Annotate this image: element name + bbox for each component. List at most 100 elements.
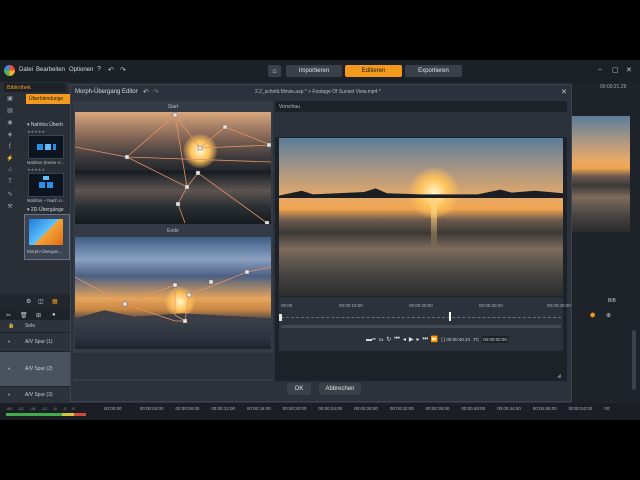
dialog-title: Morph-Übergang Editor <box>75 89 138 95</box>
sun-reflection <box>431 198 437 248</box>
speed-select[interactable]: 1x <box>379 337 384 342</box>
library-tab[interactable]: Bibliothek <box>4 83 66 92</box>
close-icon[interactable]: ✕ <box>626 66 632 74</box>
item-label: Nahtlos – Nach o... <box>27 198 66 203</box>
view-icon[interactable]: ◫ <box>38 298 44 305</box>
morph-grid-end[interactable] <box>75 237 271 349</box>
monitor-icon[interactable]: ▣ <box>4 95 16 107</box>
rating-stars[interactable]: ★★★★★ <box>27 167 45 172</box>
folder-icon[interactable]: ▤ <box>4 107 16 119</box>
tab-edit[interactable]: Editieren <box>345 65 402 77</box>
fx-icon[interactable]: ƒ <box>4 143 16 155</box>
transition-icon[interactable]: ⚡ <box>4 155 16 167</box>
tick-label: 00:00 <box>281 303 293 308</box>
title-icon[interactable]: T <box>4 179 16 191</box>
scrub-ruler: 00:00 00:00:10:00 00:00:20:00 00:00:30:0… <box>281 303 571 311</box>
snap-icon[interactable]: ⊞ <box>36 312 41 319</box>
audio-meter <box>6 413 86 416</box>
track-row-solo[interactable]: 🔒 Solo <box>0 320 70 333</box>
effects-icon[interactable]: ◉ <box>4 119 16 131</box>
vertical-scrollbar[interactable] <box>632 330 636 390</box>
preview-topbar <box>275 112 567 137</box>
settings-icon[interactable]: ⚙ <box>26 298 31 305</box>
morph-editor-dialog: Morph-Übergang Editor ↶ ↷ 2.2_schnitt.Mo… <box>70 84 572 402</box>
cancel-button[interactable]: Abbrechen <box>319 383 361 395</box>
ruler-label: 00:00:24:00 <box>318 406 343 411</box>
menu-datei[interactable]: Datei <box>19 67 33 73</box>
rating-stars[interactable]: ★★★★★ <box>27 129 45 134</box>
undo-icon[interactable]: ↶ <box>108 66 114 74</box>
music-icon[interactable]: ♫ <box>4 167 16 179</box>
preview-image[interactable] <box>279 138 563 296</box>
volume-slider[interactable]: ▬━ <box>366 336 376 343</box>
go-start-icon[interactable]: ⏮ <box>394 336 399 343</box>
grid-icon[interactable]: ▦ <box>52 298 58 305</box>
go-end-icon[interactable]: ⏭ <box>422 336 427 343</box>
menu-bearbeiten[interactable]: Bearbeiten <box>36 67 65 73</box>
ruler-label: 00:00:16:00 <box>246 406 271 411</box>
step-forward-icon[interactable]: ▸ <box>416 336 419 343</box>
file-breadcrumb: 2.2_schnitt.Movie.axp * > Footage Of Sun… <box>255 89 381 95</box>
ok-button[interactable]: OK <box>287 383 311 395</box>
eye-icon[interactable]: ◐ <box>8 392 11 398</box>
zoom-icon[interactable]: ⊕ <box>606 312 611 319</box>
category-header[interactable]: Überblendunge <box>26 94 70 104</box>
track-row-2[interactable]: ◐ A/V Spur (2) <box>0 352 70 387</box>
trash-icon[interactable]: 🗑 <box>20 312 28 319</box>
ruler-label: 00:00:40:00 <box>461 406 486 411</box>
start-end-column: Start Ende <box>73 101 273 381</box>
thumbnail[interactable] <box>28 173 64 197</box>
left-pane-footer <box>73 353 273 379</box>
undo-icon[interactable]: ↶ <box>143 88 149 96</box>
section-2d[interactable]: ▾ 2D-Übergänge <box>27 207 64 213</box>
redo-icon[interactable]: ↷ <box>153 88 159 96</box>
meter-label: -60 <box>6 406 12 411</box>
tab-export[interactable]: Exportieren <box>405 65 462 77</box>
track-row-3[interactable]: ◐ A/V Spur (3) <box>0 387 70 404</box>
audio-meter-labels: -60 -22 -16 -12 -6 -3 0 <box>6 406 92 411</box>
section-seamless[interactable]: ▾ Nahtlos Überb <box>27 122 63 128</box>
scrub-track[interactable] <box>281 317 561 321</box>
scissors-icon[interactable]: ✂ <box>6 312 11 319</box>
menu-optionen[interactable]: Optionen <box>69 67 93 73</box>
selected-item[interactable]: Morph-Übergan... <box>24 214 70 260</box>
eye-icon[interactable]: ◐ <box>8 366 11 372</box>
fast-forward-icon[interactable]: ⏩ <box>431 336 438 343</box>
loop-icon[interactable]: ↻ <box>386 336 391 343</box>
eye-icon[interactable]: ◐ <box>8 339 11 345</box>
meter-label: -12 <box>41 406 48 411</box>
thumbnail[interactable] <box>28 135 64 159</box>
home-button[interactable]: ⌂ <box>268 65 281 77</box>
app-logo-icon <box>4 65 15 76</box>
close-icon[interactable]: ✕ <box>561 88 567 96</box>
end-image[interactable] <box>75 237 271 349</box>
lock-icon[interactable]: 🔒 <box>8 323 14 329</box>
timeline-ruler[interactable]: 00:00:00 00:00:04:00 00:00:08:00 00:00:12:0… <box>104 403 640 413</box>
play-icon[interactable]: ▶ <box>409 336 414 343</box>
redo-icon[interactable]: ↷ <box>120 66 126 74</box>
minimize-icon[interactable]: – <box>598 66 602 73</box>
resize-grip-icon[interactable]: ◢ <box>557 373 561 379</box>
filter-icon[interactable]: ◈ <box>4 131 16 143</box>
tc-field[interactable]: 00:00:00:00 <box>482 335 508 343</box>
in-marker[interactable] <box>279 314 282 321</box>
ruler-label: 00:00:12:00 <box>211 406 235 411</box>
tab-import[interactable]: Importieren <box>286 65 342 77</box>
breadcrumb-separator: > <box>308 89 312 95</box>
record-icon[interactable]: ● <box>52 312 56 318</box>
help-icon[interactable]: ? <box>97 66 101 73</box>
marker-icon[interactable]: ⬢ <box>590 312 595 319</box>
paint-icon[interactable]: ✎ <box>4 191 16 203</box>
maximize-icon[interactable]: ▢ <box>612 66 619 74</box>
tool-icon[interactable]: ⚒ <box>4 203 16 215</box>
section-label: 2D-Übergänge <box>30 207 64 213</box>
step-back-icon[interactable]: ◂ <box>403 336 406 343</box>
scrub-playhead[interactable] <box>449 312 451 321</box>
library-panel: Bibliothek ▣ ▤ ◉ ◈ ƒ ⚡ ♫ T ✎ ⚒ Überblend… <box>0 82 70 310</box>
morph-grid-start[interactable] <box>75 112 271 224</box>
start-image[interactable] <box>75 112 271 224</box>
scrub-progress[interactable] <box>281 325 561 328</box>
home-icon: ⌂ <box>272 67 277 75</box>
meter-label: -3 <box>62 406 67 411</box>
track-row-1[interactable]: ◐ A/V Spur (1) <box>0 333 70 352</box>
